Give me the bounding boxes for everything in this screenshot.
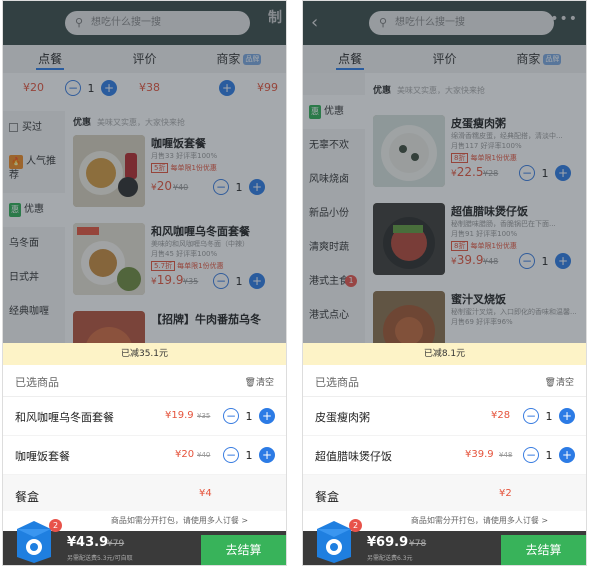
dim-overlay[interactable] — [3, 1, 286, 343]
cart-item-name: 和风咖喱乌冬面套餐 — [15, 411, 114, 424]
minus-button[interactable]: − — [223, 408, 239, 424]
cart-item-name: 咖喱饭套餐 — [15, 450, 70, 463]
cart-item-price: ¥19.9 — [165, 410, 194, 421]
total-price: ¥43.9 — [67, 535, 109, 550]
cart-item-price: ¥20 — [175, 449, 195, 460]
packaging-row: 餐盒 ¥4 — [3, 475, 286, 515]
clear-label: 清空 — [255, 378, 274, 388]
cart-item-price: ¥39.9 — [465, 449, 494, 460]
cart-panel: 已选商品 🗑清空 和风咖喱乌冬面套餐 ¥19.9 ¥35 − 1 + 咖喱饭套餐… — [3, 365, 286, 531]
delivery-fee-note: 另需配送费5.3元/可自取 — [67, 555, 133, 562]
cart-item-name: 超值腊味煲仔饭 — [315, 450, 392, 463]
trash-icon: 🗑 — [244, 378, 256, 388]
minus-button[interactable]: − — [523, 447, 539, 463]
plus-button[interactable]: + — [559, 408, 575, 424]
cart-item: 咖喱饭套餐 ¥20 ¥40 − 1 + — [3, 436, 286, 475]
cart-qty-stepper[interactable]: − 1 + — [223, 447, 275, 463]
total-old-price: ¥79 — [107, 539, 125, 549]
cart-item: 超值腊味煲仔饭 ¥39.9 ¥48 − 1 + — [303, 436, 586, 475]
cart-qty-stepper[interactable]: − 1 + — [223, 408, 275, 424]
qty-value: 1 — [545, 448, 553, 462]
plus-button[interactable]: + — [259, 447, 275, 463]
cart-item-name: 皮蛋瘦肉粥 — [315, 411, 370, 424]
cart-title: 已选商品 — [315, 376, 359, 389]
savings-bar: 已减35.1元 — [3, 343, 286, 365]
packaging-label: 餐盒 — [15, 490, 40, 504]
minus-button[interactable]: − — [223, 447, 239, 463]
clear-label: 清空 — [555, 378, 574, 388]
checkout-bar: 2 ¥69.9 ¥78 另需配送费6.3元 去结算 — [303, 519, 586, 565]
cart-item-old-price: ¥35 — [197, 412, 211, 420]
cart-qty-stepper[interactable]: − 1 + — [523, 447, 575, 463]
clear-cart-button[interactable]: 🗑清空 — [545, 375, 574, 388]
checkout-bar: 2 ¥43.9 ¥79 另需配送费5.3元/可自取 去结算 — [3, 519, 286, 565]
cart-count-badge: 2 — [49, 519, 62, 532]
minus-button[interactable]: − — [523, 408, 539, 424]
qty-value: 1 — [245, 409, 253, 423]
clear-cart-button[interactable]: 🗑清空 — [245, 375, 274, 388]
trash-icon: 🗑 — [544, 378, 556, 388]
checkout-button[interactable]: 去结算 — [501, 535, 586, 565]
packaging-row: 餐盒 ¥2 — [303, 475, 586, 515]
packaging-fee: ¥2 — [499, 488, 512, 499]
qty-value: 1 — [545, 409, 553, 423]
cart-header: 已选商品 🗑清空 — [303, 365, 586, 397]
dim-overlay[interactable] — [303, 1, 586, 343]
total-old-price: ¥78 — [409, 539, 427, 549]
plus-button[interactable]: + — [559, 447, 575, 463]
left-phone-screen: ⚲ 想吃什么搜一搜 制 点餐 评价 商家 品牌 ¥20 − 1 + ¥38 + ¥… — [2, 0, 287, 566]
packaging-label: 餐盒 — [315, 490, 340, 504]
cart-count-badge: 2 — [349, 519, 362, 532]
cart-item-old-price: ¥48 — [499, 451, 513, 459]
delivery-fee-note: 另需配送费6.3元 — [367, 555, 413, 562]
cart-qty-stepper[interactable]: − 1 + — [523, 408, 575, 424]
savings-bar: 已减8.1元 — [303, 343, 586, 365]
checkout-button[interactable]: 去结算 — [201, 535, 286, 565]
cart-panel: 已选商品 🗑清空 皮蛋瘦肉粥 ¥28 − 1 + 超值腊味煲仔饭 ¥39.9 ¥… — [303, 365, 586, 531]
cart-item: 皮蛋瘦肉粥 ¥28 − 1 + — [303, 397, 586, 436]
cart-title: 已选商品 — [15, 376, 59, 389]
cart-header: 已选商品 🗑清空 — [3, 365, 286, 397]
cart-item: 和风咖喱乌冬面套餐 ¥19.9 ¥35 − 1 + — [3, 397, 286, 436]
right-phone-screen: ‹ ⚲ 想吃什么搜一搜 ••• 点餐 评价 商家 品牌 惠优惠 无辜不欢 风味烧卤… — [302, 0, 587, 566]
cart-item-price: ¥28 — [491, 410, 511, 421]
packaging-fee: ¥4 — [199, 488, 212, 499]
cart-item-old-price: ¥40 — [197, 451, 211, 459]
total-price: ¥69.9 — [367, 535, 409, 550]
plus-button[interactable]: + — [259, 408, 275, 424]
qty-value: 1 — [245, 448, 253, 462]
